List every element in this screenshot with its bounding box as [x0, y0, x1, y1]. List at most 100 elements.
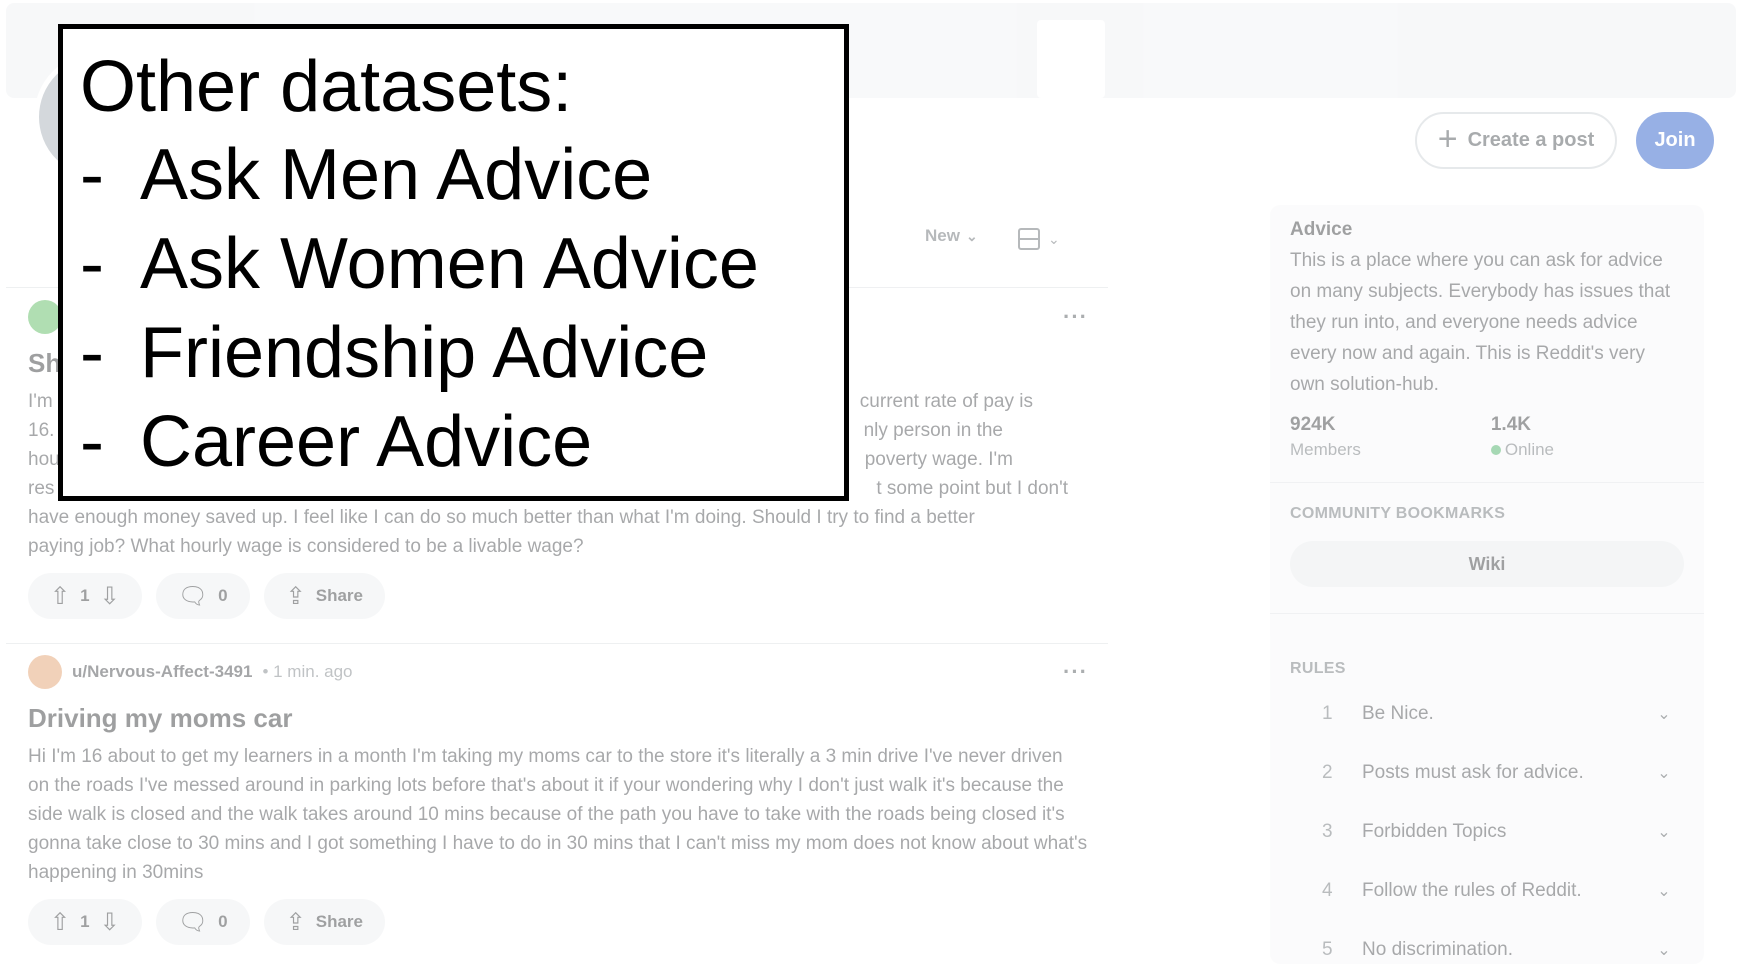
post-header: u/Nervous-Affect-3491 • 1 min. ago ··· — [28, 655, 1088, 689]
callout-list-item: - Ask Men Advice — [80, 131, 844, 220]
rule-text: Be Nice. — [1362, 702, 1434, 724]
upvote-icon[interactable]: ⇧ — [50, 908, 70, 937]
downvote-icon[interactable]: ⇩ — [100, 908, 120, 937]
more-options-icon[interactable]: ··· — [1063, 659, 1088, 685]
downvote-icon[interactable]: ⇩ — [100, 582, 120, 611]
callout-title: Other datasets: — [80, 47, 573, 127]
post-body-fragment: current rate of pay is — [859, 391, 1033, 412]
rule-number: 4 — [1322, 879, 1333, 901]
join-button[interactable]: Join — [1636, 112, 1714, 169]
create-post-label: Create a post — [1467, 129, 1595, 151]
comment-icon: 🗨 — [177, 582, 209, 610]
members-count: 924K — [1290, 414, 1336, 435]
post-actions: ⇧ 1 ⇩ 🗨 0 ⇪ Share — [28, 899, 1088, 945]
post-body: Hi I'm 16 about to get my learners in a … — [28, 746, 1088, 883]
share-icon: ⇪ — [285, 582, 306, 610]
chevron-down-icon[interactable]: ⌄ — [1644, 940, 1684, 960]
datasets-callout: Other datasets: - Ask Men Advice - Ask W… — [58, 24, 849, 501]
list-bullet: - — [80, 224, 104, 304]
vote-count: 1 — [80, 586, 90, 605]
share-icon: ⇪ — [285, 908, 306, 936]
divider — [1270, 613, 1704, 614]
layout-icon — [1018, 228, 1040, 250]
list-item-label: Ask Men Advice — [140, 135, 653, 215]
chevron-down-icon[interactable]: ⌄ — [1644, 704, 1684, 724]
rules-section: RULES 1 Be Nice. ⌄ 2 Posts must ask for … — [1290, 660, 1684, 964]
comments-button[interactable]: 🗨 0 — [155, 899, 250, 945]
post-body-fragment: 16. — [28, 420, 55, 441]
comments-button[interactable]: 🗨 0 — [155, 573, 250, 619]
list-bullet: - — [80, 402, 104, 482]
avatar[interactable] — [28, 655, 62, 689]
vote-control[interactable]: ⇧ 1 ⇩ — [28, 899, 142, 945]
sort-dropdown[interactable]: New ⌄ — [925, 226, 978, 246]
bookmarks-heading: COMMUNITY BOOKMARKS — [1290, 505, 1506, 522]
avatar — [28, 300, 62, 334]
rule-number: 2 — [1322, 761, 1333, 783]
community-title: Advice — [1290, 219, 1353, 240]
share-button[interactable]: ⇪ Share — [263, 899, 385, 945]
community-stats: 924K Members 1.4K Online — [1290, 414, 1684, 460]
online-dot-icon — [1490, 445, 1501, 455]
rule-text: No discrimination. — [1362, 938, 1513, 960]
sort-label: New — [925, 226, 960, 245]
comment-count: 0 — [218, 586, 228, 605]
upvote-icon[interactable]: ⇧ — [50, 582, 70, 611]
share-button[interactable]: ⇪ Share — [263, 573, 385, 619]
chevron-down-icon[interactable]: ⌄ — [1644, 881, 1684, 901]
post-timestamp: • 1 min. ago — [262, 662, 353, 681]
rule-text: Forbidden Topics — [1362, 820, 1507, 842]
rule-item[interactable]: 5 No discrimination. ⌄ — [1290, 920, 1684, 964]
callout-list-item: - Friendship Advice — [80, 309, 844, 398]
wiki-button[interactable]: Wiki — [1290, 541, 1684, 587]
rule-item[interactable]: 2 Posts must ask for advice. ⌄ — [1290, 743, 1684, 802]
online-label: Online — [1504, 440, 1554, 459]
post-body-line: have enough money saved up. I feel like … — [28, 507, 975, 528]
members-stat: 924K Members — [1290, 414, 1361, 460]
post-body-fragment: poverty wage. I'm — [864, 449, 1013, 470]
share-label: Share — [315, 912, 363, 931]
members-label: Members — [1290, 440, 1361, 459]
rule-item[interactable]: 3 Forbidden Topics ⌄ — [1290, 802, 1684, 861]
online-status: Online — [1490, 440, 1554, 460]
vote-control[interactable]: ⇧ 1 ⇩ — [28, 573, 142, 619]
rule-number: 1 — [1322, 702, 1333, 724]
list-bullet: - — [80, 313, 104, 393]
community-sidebar: Advice This is a place where you can ask… — [1270, 205, 1704, 964]
list-item-label: Career Advice — [140, 402, 593, 482]
bookmarks-section: COMMUNITY BOOKMARKS Wiki — [1290, 505, 1684, 587]
plus-icon: + — [1437, 119, 1458, 158]
chevron-down-icon[interactable]: ⌄ — [1644, 763, 1684, 783]
post-body-fragment: hou — [28, 449, 60, 470]
divider — [1270, 482, 1704, 483]
rule-text: Posts must ask for advice. — [1362, 761, 1584, 783]
vote-count: 1 — [80, 912, 90, 931]
post-body-fragment: nly person in the — [863, 420, 1003, 441]
community-description: This is a place where you can ask for ad… — [1290, 250, 1671, 395]
online-count: 1.4K — [1490, 414, 1531, 435]
rule-number: 5 — [1322, 938, 1333, 960]
chevron-down-icon[interactable]: ⌄ — [1644, 822, 1684, 842]
community-info: Advice This is a place where you can ask… — [1290, 219, 1684, 460]
rule-text: Follow the rules of Reddit. — [1362, 879, 1582, 901]
post-body-fragment: I'm — [28, 391, 53, 412]
post-actions: ⇧ 1 ⇩ 🗨 0 ⇪ Share — [28, 573, 1088, 619]
chevron-down-icon: ⌄ — [965, 227, 978, 244]
post-body-fragment: t some point but I don't — [876, 478, 1068, 499]
create-post-button[interactable]: + Create a post — [1415, 112, 1617, 169]
rules-heading: RULES — [1290, 660, 1346, 677]
post-card[interactable]: u/Nervous-Affect-3491 • 1 min. ago ··· D… — [28, 655, 1088, 945]
post-body-fragment: res — [28, 478, 55, 499]
callout-list-item: - Career Advice — [80, 398, 844, 487]
online-stat: 1.4K Online — [1490, 414, 1554, 460]
banner-highlight — [1037, 20, 1105, 98]
post-author[interactable]: u/Nervous-Affect-3491 — [72, 662, 252, 682]
rule-item[interactable]: 4 Follow the rules of Reddit. ⌄ — [1290, 861, 1684, 920]
post-title[interactable]: Driving my moms car — [28, 703, 1088, 734]
divider — [6, 643, 1108, 644]
rule-item[interactable]: 1 Be Nice. ⌄ — [1290, 684, 1684, 743]
rule-number: 3 — [1322, 820, 1333, 842]
more-options-icon[interactable]: ··· — [1063, 304, 1088, 330]
view-layout-dropdown[interactable]: ⌄ — [1018, 228, 1060, 250]
comment-icon: 🗨 — [177, 908, 209, 936]
